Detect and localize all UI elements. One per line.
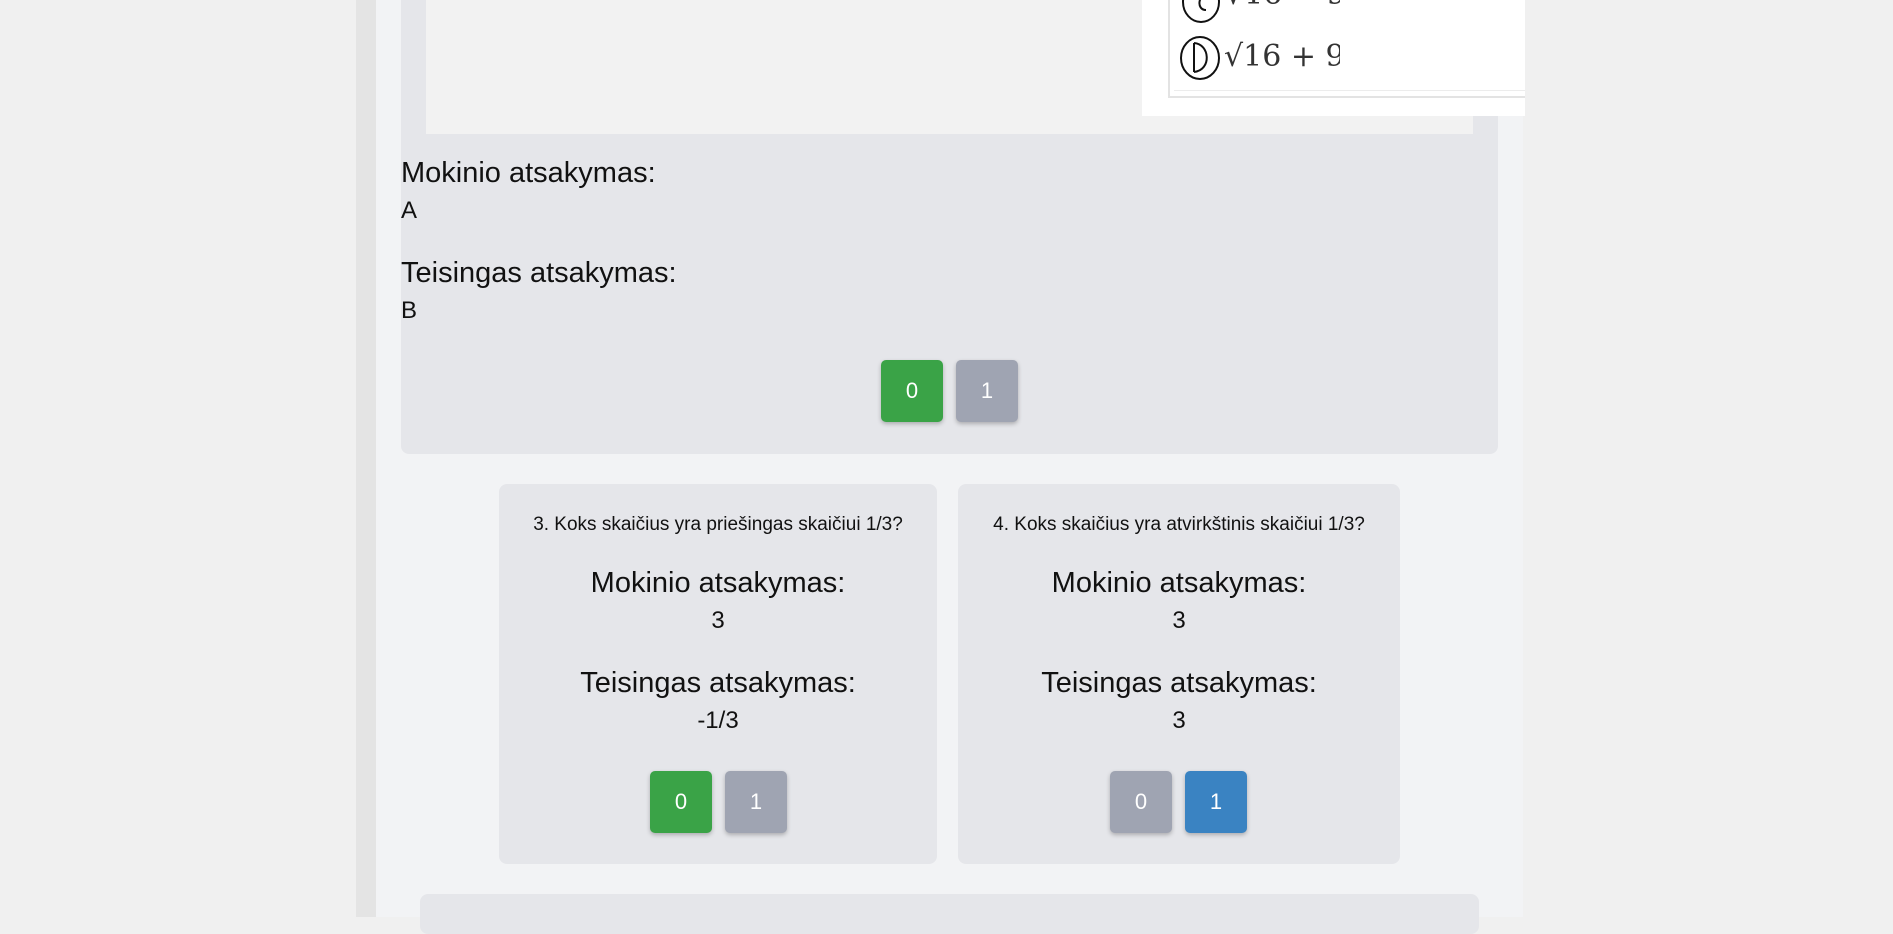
correct-answer-label: Teisingas atsakymas: (401, 257, 677, 289)
correct-answer-label: Teisingas atsakymas: (580, 667, 856, 699)
score-0-button[interactable]: 0 (1110, 771, 1172, 833)
score-0-button[interactable]: 0 (881, 360, 943, 422)
question-card-2-content: Mokinio atsakymas: A Teisingas atsakymas… (401, 0, 1498, 454)
student-answer-value: 3 (711, 607, 725, 634)
score-1-button[interactable]: 1 (956, 360, 1018, 422)
correct-answer-label: Teisingas atsakymas: (1041, 667, 1317, 699)
score-1-button[interactable]: 1 (1185, 771, 1247, 833)
question-text: 4. Koks skaičius yra atvirkštinis skaiči… (993, 514, 1365, 535)
correct-answer-value: -1/3 (697, 707, 739, 734)
score-1-button[interactable]: 1 (725, 771, 787, 833)
question-card-next (420, 894, 1479, 934)
student-answer-value: A (401, 197, 418, 224)
student-answer-value: 3 (1172, 607, 1186, 634)
student-answer-label: Mokinio atsakymas: (590, 567, 846, 599)
student-answer-label: Mokinio atsakymas: (401, 157, 656, 189)
question-text: 3. Koks skaičius yra priešingas skaičiui… (533, 514, 903, 535)
student-answer-label: Mokinio atsakymas: (1051, 567, 1307, 599)
correct-answer-value: B (401, 297, 418, 324)
question-card-4: 4. Koks skaičius yra atvirkštinis skaiči… (958, 484, 1400, 864)
question-card-3: 3. Koks skaičius yra priešingas skaičiui… (499, 484, 937, 864)
correct-answer-value: 3 (1172, 707, 1186, 734)
score-0-button[interactable]: 0 (650, 771, 712, 833)
